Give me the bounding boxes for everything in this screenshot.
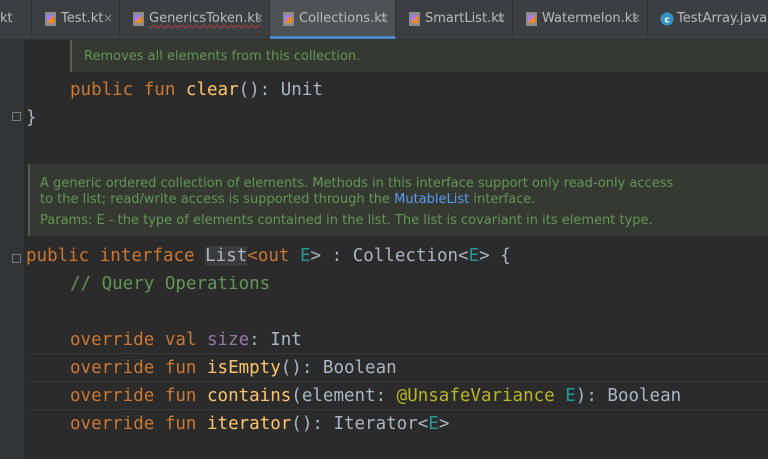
code-line-interface: public interface List<out E> : Collectio… [26, 246, 511, 266]
keyword: out [257, 246, 290, 266]
interface-name: List [205, 246, 248, 266]
code-line-isempty: override fun isEmpty(): Boolean [70, 358, 397, 378]
params-label: Params: [40, 213, 93, 228]
doc-text: A generic ordered collection of elements… [30, 164, 690, 208]
keyword: override [70, 358, 155, 378]
keyword: fun [164, 386, 197, 406]
keyword: public [70, 80, 134, 100]
code-text: > [438, 414, 450, 434]
mutablelist-link[interactable]: MutableList [394, 192, 469, 207]
tab-collections-kt[interactable]: Collections.kt × [270, 0, 396, 39]
keyword: public [26, 246, 90, 266]
tab-label: GenericsToken.kt [149, 11, 260, 26]
close-icon[interactable]: × [254, 11, 264, 25]
tab-label: kt [0, 11, 13, 26]
kotlin-file-icon [133, 12, 144, 26]
tab-watermelon-kt[interactable]: Watermelon.kt × [513, 0, 648, 39]
close-icon[interactable]: × [103, 11, 113, 25]
editor-gutter [0, 40, 24, 459]
tab-label: Collections.kt [299, 11, 387, 26]
params-text: E - the type of elements contained in th… [96, 213, 653, 228]
tab-testarray-java[interactable]: c TestArray.java [648, 0, 768, 39]
tab-test-kt[interactable]: Test.kt × [32, 0, 120, 39]
annotation: @UnsafeVariance [396, 386, 555, 406]
code-line-iterator: override fun iterator(): Iterator<E> [70, 414, 449, 434]
type-param: E [428, 414, 439, 434]
keyword: val [164, 330, 197, 350]
method-separator [28, 409, 768, 410]
tab-kt[interactable]: kt [0, 0, 32, 39]
doc-comment-clear: Removes all elements from this collectio… [70, 40, 768, 72]
kotlin-file-icon [283, 12, 294, 26]
doc-text-part: interface. [469, 192, 536, 207]
function-name: iterator [207, 414, 292, 434]
code-text: } [26, 108, 37, 128]
keyword: override [70, 330, 155, 350]
tab-label: Watermelon.kt [542, 11, 638, 26]
code-text: < [247, 246, 258, 266]
doc-comment-list: A generic ordered collection of elements… [28, 164, 768, 236]
keyword: fun [143, 80, 176, 100]
svg-text:c: c [664, 16, 669, 26]
code-text: (): Unit [238, 80, 323, 100]
fold-marker-icon[interactable] [12, 254, 21, 263]
type-param: E [565, 386, 576, 406]
code-text: > : Collection< [310, 246, 469, 266]
java-class-icon: c [660, 12, 674, 26]
close-icon[interactable]: × [379, 11, 389, 25]
code-text: ): Boolean [575, 386, 682, 406]
code-text: (element: [291, 386, 397, 406]
tab-genericstoken-kt[interactable]: GenericsToken.kt × [120, 0, 270, 39]
code-text: : Int [249, 330, 302, 350]
keyword: override [70, 414, 155, 434]
tab-label: TestArray.java [677, 11, 768, 26]
keyword: fun [164, 414, 197, 434]
code-line-comment: // Query Operations [70, 274, 271, 294]
function-name: contains [207, 386, 292, 406]
tab-label: Test.kt [61, 11, 104, 26]
keyword: override [70, 386, 155, 406]
doc-params: Params: E - the type of elements contain… [30, 208, 768, 229]
method-separator [28, 353, 768, 354]
fold-marker-icon[interactable] [12, 112, 21, 121]
function-name: isEmpty [207, 358, 281, 378]
keyword: interface [99, 246, 195, 266]
code-text: (): Boolean [280, 358, 397, 378]
code-line-contains: override fun contains(element: @UnsafeVa… [70, 386, 681, 406]
function-name: clear [185, 80, 239, 100]
property-name: size [207, 330, 250, 350]
tab-smartlist-kt[interactable]: SmartList.kt × [396, 0, 513, 39]
code-line-size: override val size: Int [70, 330, 302, 350]
code-text: > { [479, 246, 511, 266]
kotlin-file-icon [409, 12, 420, 26]
method-separator [28, 381, 768, 382]
code-text: (): Iterator< [291, 414, 429, 434]
type-param: E [468, 246, 480, 266]
close-icon[interactable]: × [631, 11, 641, 25]
keyword: fun [164, 358, 197, 378]
doc-text: Removes all elements from this collectio… [84, 49, 361, 64]
code-editor[interactable]: Removes all elements from this collectio… [0, 40, 768, 459]
code-line-clear: public fun clear(): Unit [70, 80, 323, 100]
kotlin-file-icon [526, 12, 537, 26]
code-line-brace: } [26, 108, 37, 128]
tab-label: SmartList.kt [425, 11, 504, 26]
editor-tab-bar: kt Test.kt × GenericsToken.kt × Collecti… [0, 0, 768, 40]
close-icon[interactable]: × [496, 11, 506, 25]
doc-text-part: A generic ordered collection of elements… [40, 176, 674, 207]
kotlin-file-icon [45, 12, 56, 26]
type-param: E [300, 246, 311, 266]
